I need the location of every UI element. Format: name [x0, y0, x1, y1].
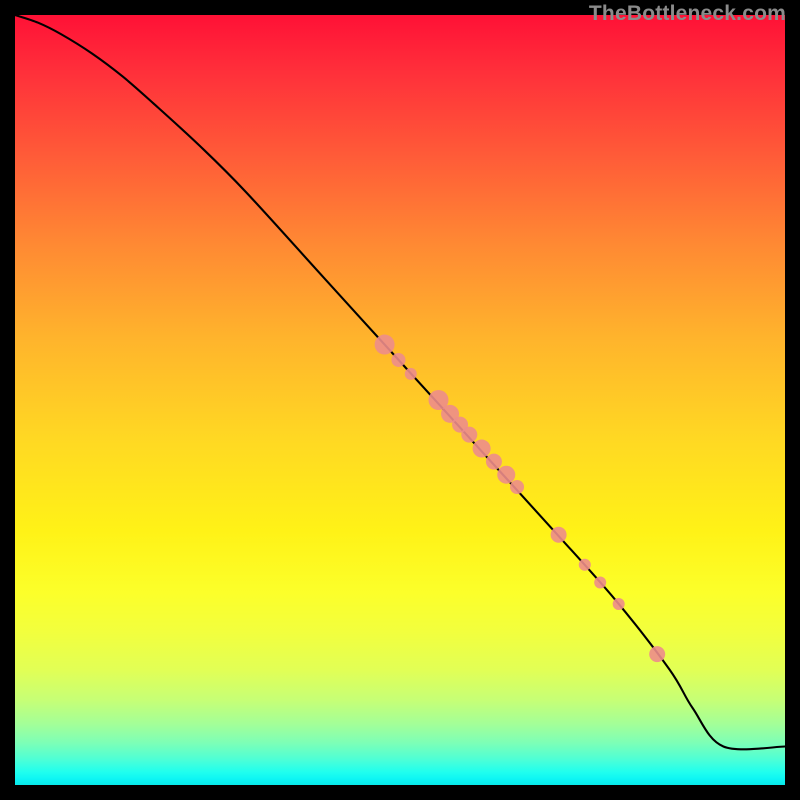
- data-point: [375, 335, 395, 355]
- data-point: [405, 368, 417, 380]
- data-point: [510, 480, 524, 494]
- watermark-text: TheBottleneck.com: [589, 2, 786, 26]
- scatter-points: [375, 335, 666, 663]
- data-point: [579, 559, 591, 571]
- chart-stage: TheBottleneck.com: [0, 0, 800, 800]
- plot-area: [15, 15, 785, 785]
- data-point: [473, 440, 491, 458]
- data-point: [497, 466, 515, 484]
- data-point: [486, 454, 502, 470]
- data-point: [551, 527, 567, 543]
- data-point: [649, 646, 665, 662]
- chart-svg: [15, 15, 785, 785]
- data-point: [613, 598, 625, 610]
- data-point: [594, 576, 606, 588]
- data-point: [391, 353, 405, 367]
- curve-line: [15, 15, 785, 749]
- data-point: [461, 427, 477, 443]
